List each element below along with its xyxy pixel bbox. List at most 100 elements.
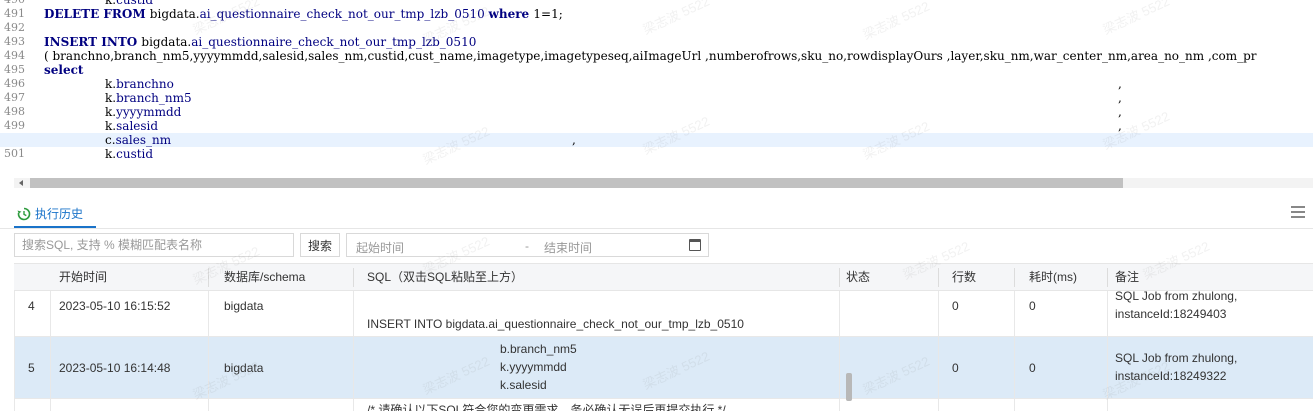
code-token: branch_nm5 [116,91,192,105]
row-database: bigdata [224,361,264,375]
line-number: 491 [4,7,25,20]
tab-label: 执行历史 [35,207,84,221]
row-sql[interactable]: /* 请确认以下SQL符合您的变更需求，务必确认无误后再提交执行 */ [367,401,837,411]
code-token: k. [105,147,117,161]
col-duration[interactable]: 耗时(ms) [1029,264,1077,292]
code-token: sales_nm [115,133,172,147]
code-token: where [488,7,534,21]
sql-line: k.salesid [500,378,547,392]
history-table: 开始时间 数据库/schema SQL（双击SQL粘贴至上方） 状态 行数 耗时… [14,263,1313,411]
start-time-field[interactable]: 起始时间 [356,239,404,256]
sql-cell-scrollbar[interactable] [846,291,852,411]
scrollbar-thumb[interactable] [846,373,852,401]
code-line[interactable]: k.salesid, [44,119,1313,133]
row-duration: 0 [1029,361,1036,375]
code-token: salesid [116,119,159,133]
scrollbar-thumb[interactable] [30,178,1123,188]
sql-line: INSERT INTO bigdata.ai_questionnaire_che… [367,317,744,331]
line-number: 492 [4,21,25,34]
code-token: , [572,133,576,147]
code-token: k. [105,119,117,133]
code-token: yyyymmdd [116,105,182,119]
row-rows: 0 [952,299,959,313]
code-line[interactable]: c.sales_nm, [0,133,1313,147]
tab-execution-history[interactable]: 执行历史 [17,205,83,222]
code-token: , [1118,77,1122,91]
code-line[interactable]: k.branchno, [44,77,1313,91]
code-token: , [1118,105,1122,119]
code-token: ( branchno,branch_nm5,yyyymmdd,salesid,s… [44,49,1257,63]
row-note-line1: SQL Job from zhulong, [1115,351,1238,365]
code-line[interactable]: k.branch_nm5, [44,91,1313,105]
row-note-line2: instanceId:18249322 [1115,369,1227,383]
row-sql[interactable]: b.branch_nm5 k.yyyymmdd k.salesid [367,340,837,396]
row-index: 4 [28,299,35,313]
code-token: custid [116,0,154,7]
code-token: 1=1; [533,7,563,21]
sql-line: k.yyyymmdd [500,360,567,374]
code-token: k. [105,0,117,7]
code-area[interactable]: k.custid DELETE FROM bigdata.ai_questionn… [0,0,1313,176]
code-token: k. [105,77,117,91]
search-button[interactable]: 搜索 [300,233,340,257]
row-database: bigdata [224,299,264,313]
row-start-time: 2023-05-10 16:14:48 [59,361,171,375]
col-start-time[interactable]: 开始时间 [59,264,107,292]
code-token: bigdata. [141,35,192,49]
code-token: c. [105,133,116,147]
calendar-icon[interactable] [689,239,701,251]
code-token: ai_questionnaire_check_not_our_tmp_lzb_0… [199,7,489,21]
date-range-picker[interactable]: 起始时间 - 结束时间 [346,233,709,257]
code-line[interactable]: DELETE FROM bigdata.ai_questionnaire_che… [44,7,1313,21]
col-sql[interactable]: SQL（双击SQL粘贴至上方） [367,264,523,292]
sql-editor[interactable]: 490491492493494495496497498499500501 k.c… [0,0,1313,176]
history-icon [17,207,31,220]
code-token: k. [105,91,117,105]
row-note-line2: instanceId:18249403 [1115,307,1227,321]
line-number: 499 [4,119,25,132]
line-number: 501 [4,147,25,160]
code-line[interactable]: ( branchno,branch_nm5,yyyymmdd,salesid,s… [44,49,1313,63]
code-line[interactable]: k.custid [44,147,1313,161]
menu-icon[interactable] [1291,206,1305,218]
code-line[interactable]: select [44,63,1313,77]
active-tab-indicator [14,226,96,228]
code-token: branchno [116,77,174,91]
line-number: 497 [4,91,25,104]
code-line[interactable]: k.custid [44,0,1313,7]
sql-line: b.branch_nm5 [500,342,577,356]
code-token: select [44,63,84,77]
date-range-separator: - [525,239,529,253]
line-number: 498 [4,105,25,118]
code-token: , [1118,91,1122,105]
col-rows[interactable]: 行数 [952,264,976,292]
row-sql[interactable]: INSERT INTO bigdata.ai_questionnaire_che… [367,315,837,337]
sql-line: /* 请确认以下SQL符合您的变更需求，务必确认无误后再提交执行 */ [367,403,726,411]
col-database[interactable]: 数据库/schema [224,264,305,292]
col-status[interactable]: 状态 [846,264,870,292]
code-token: , [1118,119,1122,133]
row-index: 5 [28,361,35,375]
editor-horizontal-scrollbar[interactable] [14,178,1313,188]
search-sql-input[interactable] [14,233,294,257]
line-number: 493 [4,35,25,48]
row-duration: 0 [1029,299,1036,313]
code-token: DELETE FROM [44,7,150,21]
history-search-bar: 搜索 起始时间 - 结束时间 [0,231,1313,259]
row-start-time: 2023-05-10 16:15:52 [59,299,171,313]
code-line[interactable] [44,21,1313,35]
scroll-left-icon[interactable] [14,178,28,188]
code-token: bigdata. [149,7,200,21]
line-number: 495 [4,63,25,76]
end-time-field[interactable]: 结束时间 [544,239,592,256]
line-number-gutter: 490491492493494495496497498499500501 [0,0,44,176]
code-line[interactable]: k.yyyymmdd, [44,105,1313,119]
code-line[interactable]: INSERT INTO bigdata.ai_questionnaire_che… [44,35,1313,49]
